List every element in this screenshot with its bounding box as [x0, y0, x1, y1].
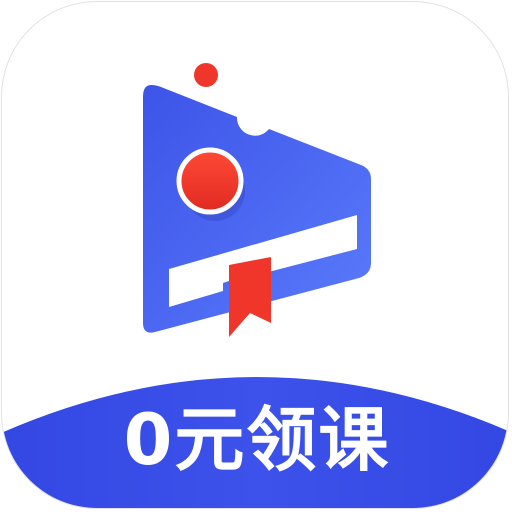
app-icon[interactable]: 0元领课 [0, 0, 512, 512]
bookmark-ribbon-shape [229, 257, 271, 337]
banner-text: 0元领课 [123, 399, 391, 481]
icon-tile: 0元领课 [1, 1, 509, 509]
red-ball [176, 147, 244, 215]
small-red-dot [194, 63, 218, 87]
